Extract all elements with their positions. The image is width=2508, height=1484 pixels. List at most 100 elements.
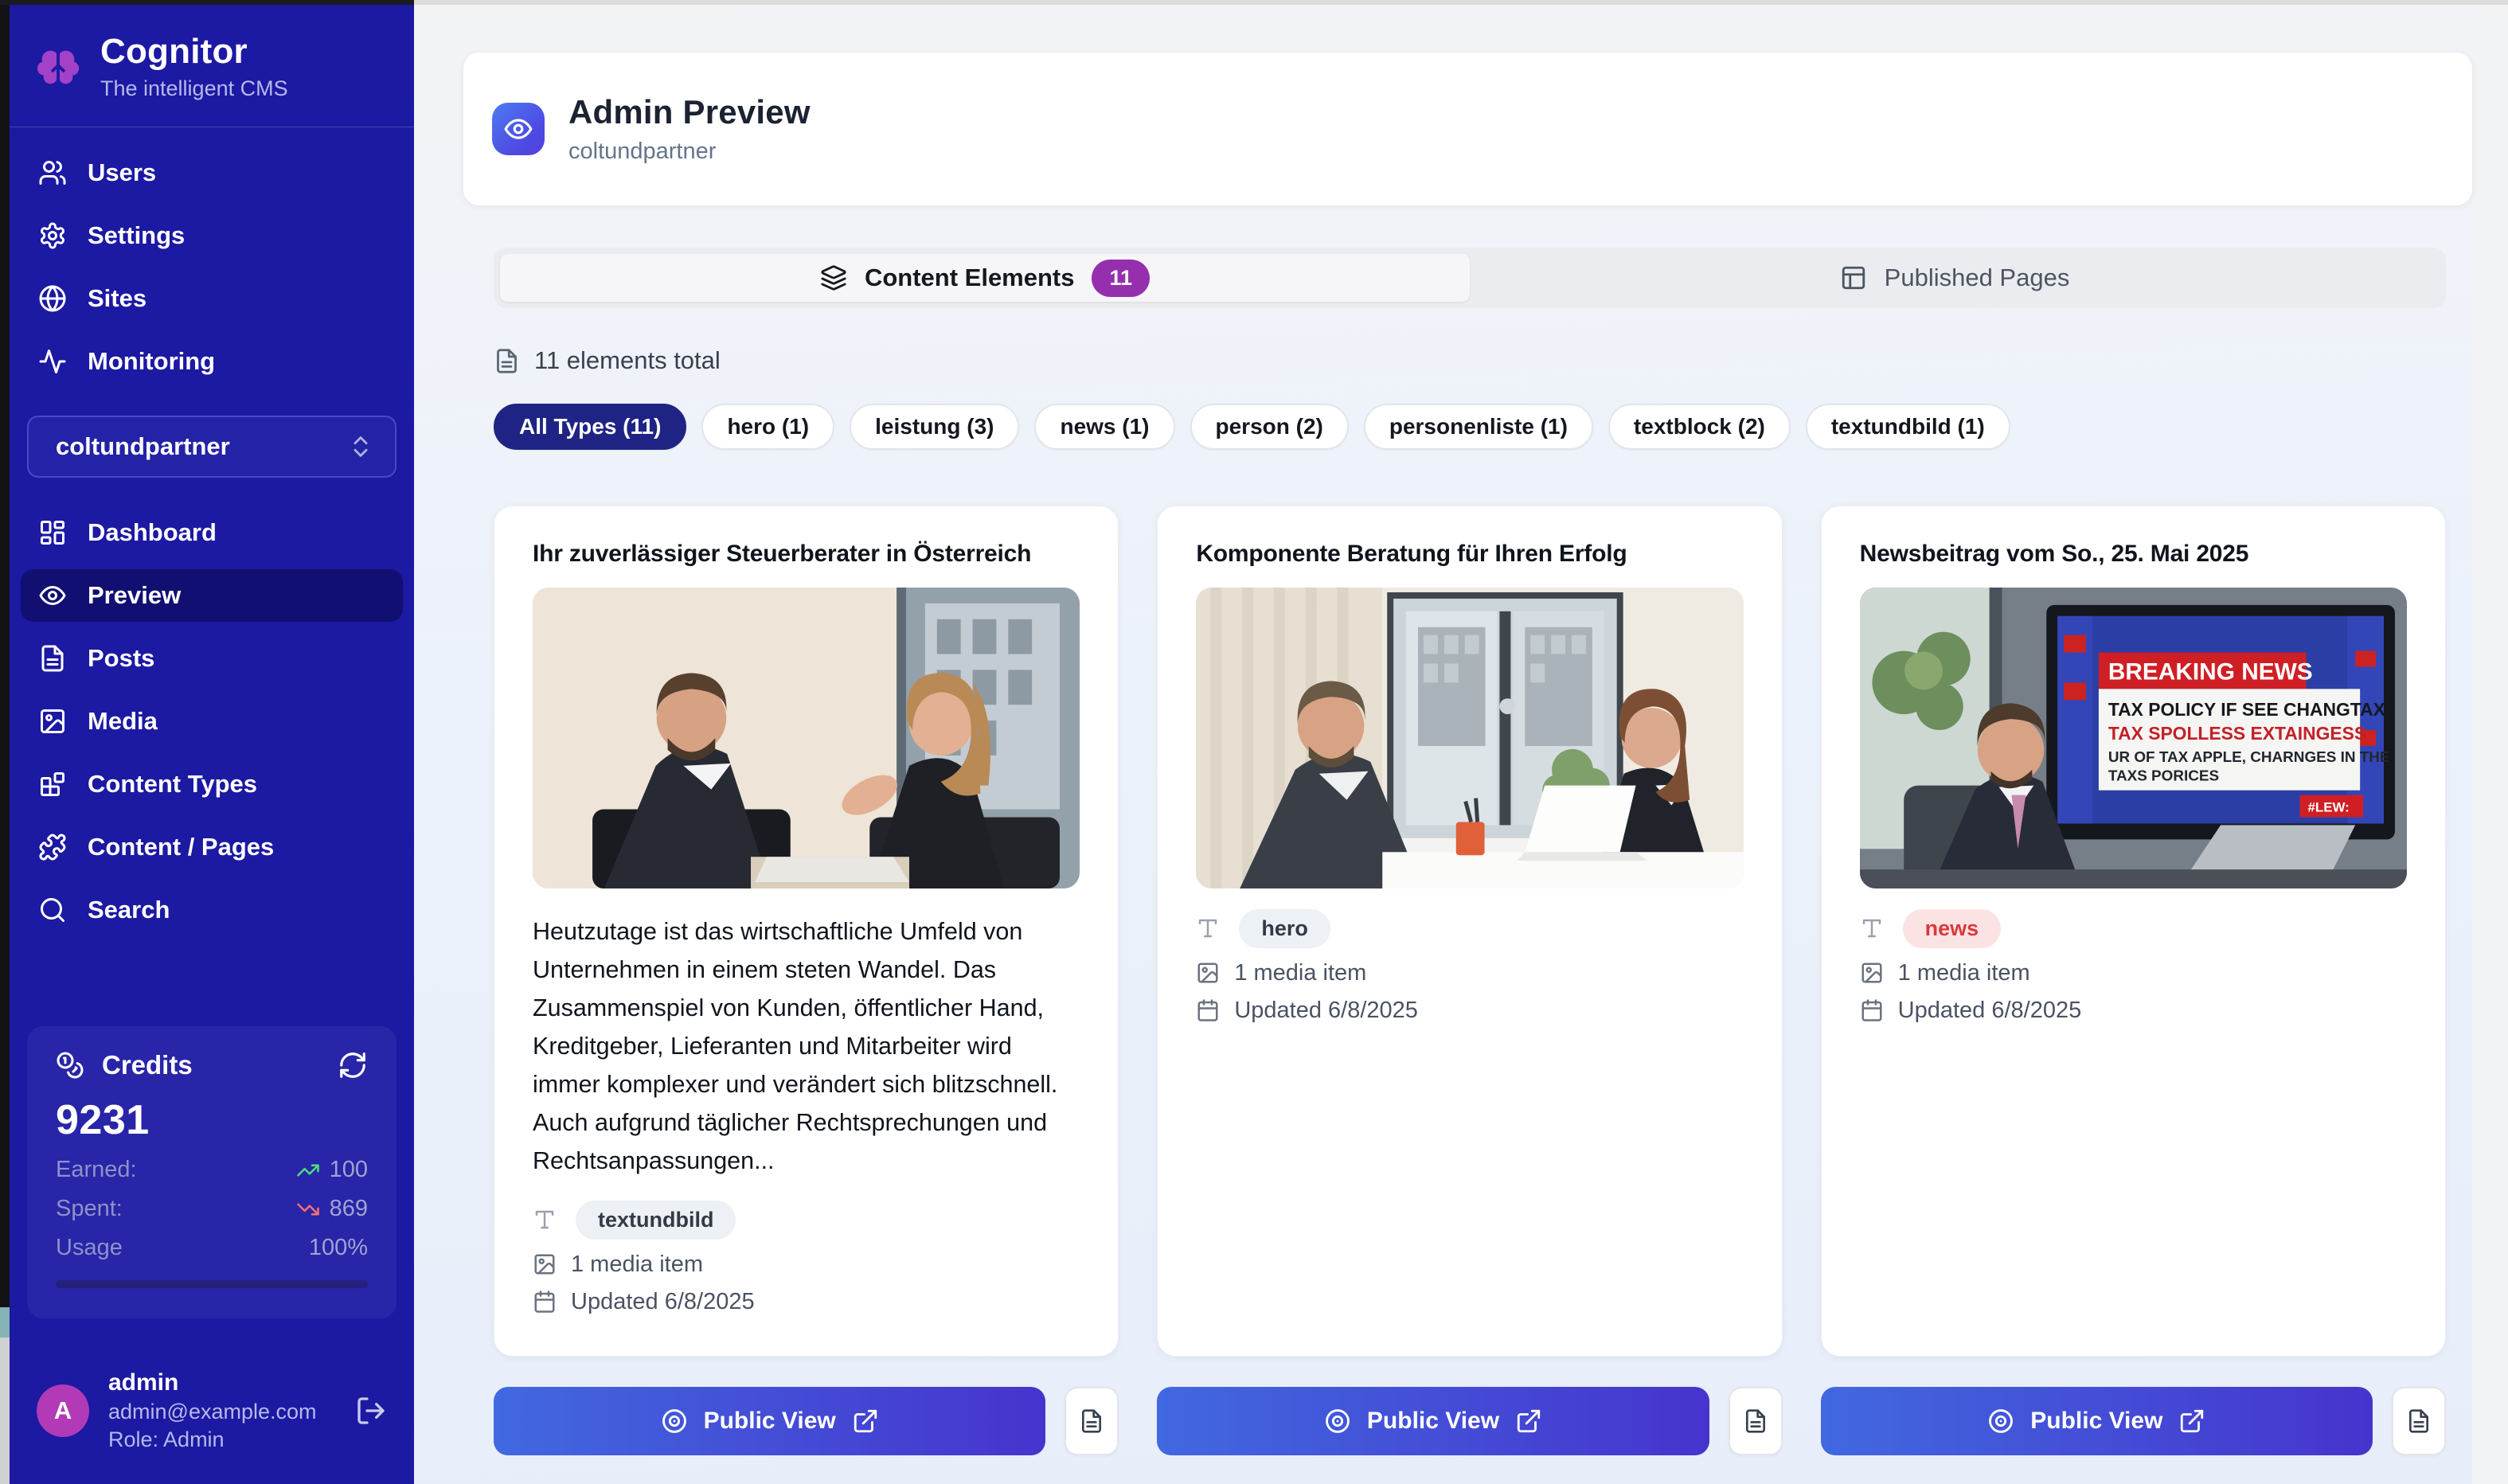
tab-label: Content Elements (865, 264, 1075, 292)
type-badge: hero (1239, 909, 1330, 948)
media-count: 1 media item (571, 1252, 703, 1278)
sidebar-item-label: Sites (88, 284, 146, 313)
sidebar-item-media[interactable]: Media (21, 695, 403, 748)
file-text-icon (1079, 1408, 1104, 1434)
content-card[interactable]: Newsbeitrag vom So., 25. Mai 2025 (1821, 506, 2446, 1357)
card-actions: Public View Public View (494, 1387, 2446, 1455)
trend-up-icon (296, 1158, 320, 1182)
dashboard-icon (38, 518, 67, 547)
sidebar-item-content-types[interactable]: Content Types (21, 758, 403, 810)
public-view-label: Public View (2030, 1408, 2162, 1435)
type-filter-bar: All Types (11) hero (1) leistung (3) new… (494, 404, 2446, 450)
credits-panel: Credits 9231 Earned: 100 Spent: 869 Usag… (27, 1026, 397, 1318)
credits-spent-label: Spent: (56, 1196, 296, 1222)
filter-chip-personenliste[interactable]: personenliste (1) (1364, 404, 1593, 450)
globe-icon (38, 284, 67, 313)
sidebar-item-label: Users (88, 158, 156, 187)
eye-circle-icon (1987, 1408, 2014, 1435)
document-button[interactable] (1065, 1387, 1119, 1455)
card-title: Newsbeitrag vom So., 25. Mai 2025 (1860, 538, 2407, 570)
page-header: Admin Preview coltundpartner (463, 53, 2472, 205)
tab-content-elements[interactable]: Content Elements 11 (500, 254, 1470, 302)
media-count: 1 media item (1898, 960, 2030, 986)
filter-chip-leistung[interactable]: leistung (3) (850, 404, 1019, 450)
background-window-fragment (0, 1338, 10, 1484)
filter-chip-person[interactable]: person (2) (1190, 404, 1349, 450)
calendar-icon (533, 1290, 557, 1314)
media-count: 1 media item (1234, 960, 1366, 986)
sidebar: Cognitor The intelligent CMS Users Setti… (10, 5, 414, 1484)
filter-chip-news[interactable]: news (1) (1034, 404, 1174, 450)
site-selector[interactable]: coltundpartner (27, 416, 397, 478)
trend-down-icon (296, 1197, 320, 1221)
sidebar-item-dashboard[interactable]: Dashboard (21, 506, 403, 559)
news-line-2: TAX SPOLLESS EXTAINGESS (2108, 723, 2365, 744)
search-icon (38, 896, 67, 924)
calendar-icon (1860, 998, 1884, 1022)
sidebar-item-posts[interactable]: Posts (21, 632, 403, 685)
credits-earned-label: Earned: (56, 1157, 296, 1183)
card-image (533, 588, 1080, 888)
type-badge: textundbild (576, 1201, 736, 1240)
sidebar-item-content-pages[interactable]: Content / Pages (21, 821, 403, 873)
card-image: BREAKING NEWS TAX POLICY IF SEE CHANGTAX… (1860, 588, 2407, 888)
credits-usage-value: 100% (309, 1235, 368, 1261)
public-view-button[interactable]: Public View (1157, 1387, 1709, 1455)
credits-usage-bar (56, 1280, 368, 1288)
refresh-icon[interactable] (338, 1050, 368, 1080)
credits-title: Credits (102, 1050, 320, 1080)
calendar-icon (1196, 998, 1220, 1022)
sidebar-item-preview[interactable]: Preview (21, 569, 403, 622)
news-banner-text: BREAKING NEWS (2108, 658, 2312, 685)
users-icon (38, 158, 67, 187)
filter-chip-hero[interactable]: hero (1) (701, 404, 834, 450)
content-card[interactable]: Komponente Beratung für Ihren Erfolg (1157, 506, 1782, 1357)
preview-header-icon (492, 103, 545, 155)
tab-published-pages[interactable]: Published Pages (1470, 254, 2440, 302)
sidebar-item-monitoring[interactable]: Monitoring (21, 335, 403, 388)
sidebar-item-label: Monitoring (88, 347, 215, 376)
eye-icon (38, 581, 67, 610)
sidebar-item-users[interactable]: Users (21, 146, 403, 199)
type-icon (1196, 916, 1220, 940)
type-icon (1860, 916, 1884, 940)
image-icon (1860, 961, 1884, 985)
logout-icon[interactable] (355, 1395, 387, 1427)
file-text-icon (1743, 1408, 1768, 1434)
content-card[interactable]: Ihr zuverlässiger Steuerberater in Öster… (494, 506, 1119, 1357)
sidebar-item-label: Content / Pages (88, 833, 274, 861)
updated-date: Updated 6/8/2025 (1898, 998, 2082, 1024)
coins-icon (56, 1051, 84, 1080)
news-line-4: TAXS PORICES (2108, 768, 2218, 785)
filter-chip-textblock[interactable]: textblock (2) (1608, 404, 1791, 450)
scroll-gutter[interactable] (2472, 5, 2508, 1484)
background-window-fragment (0, 1307, 10, 1338)
sidebar-item-settings[interactable]: Settings (21, 209, 403, 262)
filter-chip-textundbild[interactable]: textundbild (1) (1806, 404, 2010, 450)
document-button[interactable] (1729, 1387, 1783, 1455)
document-button[interactable] (2392, 1387, 2446, 1455)
public-view-button[interactable]: Public View (494, 1387, 1045, 1455)
layers-icon (820, 264, 847, 291)
filter-chip-all-types[interactable]: All Types (11) (494, 404, 686, 450)
public-view-button[interactable]: Public View (1821, 1387, 2373, 1455)
panels-icon (1840, 264, 1867, 291)
app-title: Cognitor (100, 32, 288, 72)
eye-circle-icon (661, 1408, 688, 1435)
credits-balance: 9231 (56, 1096, 368, 1144)
site-selector-value: coltundpartner (56, 432, 230, 461)
sidebar-item-label: Posts (88, 644, 154, 673)
image-icon (533, 1252, 557, 1276)
sidebar-item-sites[interactable]: Sites (21, 272, 403, 325)
user-name: admin (108, 1369, 336, 1396)
sidebar-item-label: Search (88, 896, 170, 924)
sidebar-item-search[interactable]: Search (21, 884, 403, 936)
user-role: Role: Admin (108, 1427, 336, 1452)
file-text-icon (2406, 1408, 2432, 1434)
chevrons-up-down-icon (347, 433, 374, 460)
news-line-1: TAX POLICY IF SEE CHANGTAX: (2108, 699, 2391, 720)
external-link-icon (1515, 1408, 1542, 1435)
type-icon (533, 1208, 557, 1232)
sidebar-item-label: Dashboard (88, 518, 217, 547)
card-title: Komponente Beratung für Ihren Erfolg (1196, 538, 1743, 570)
